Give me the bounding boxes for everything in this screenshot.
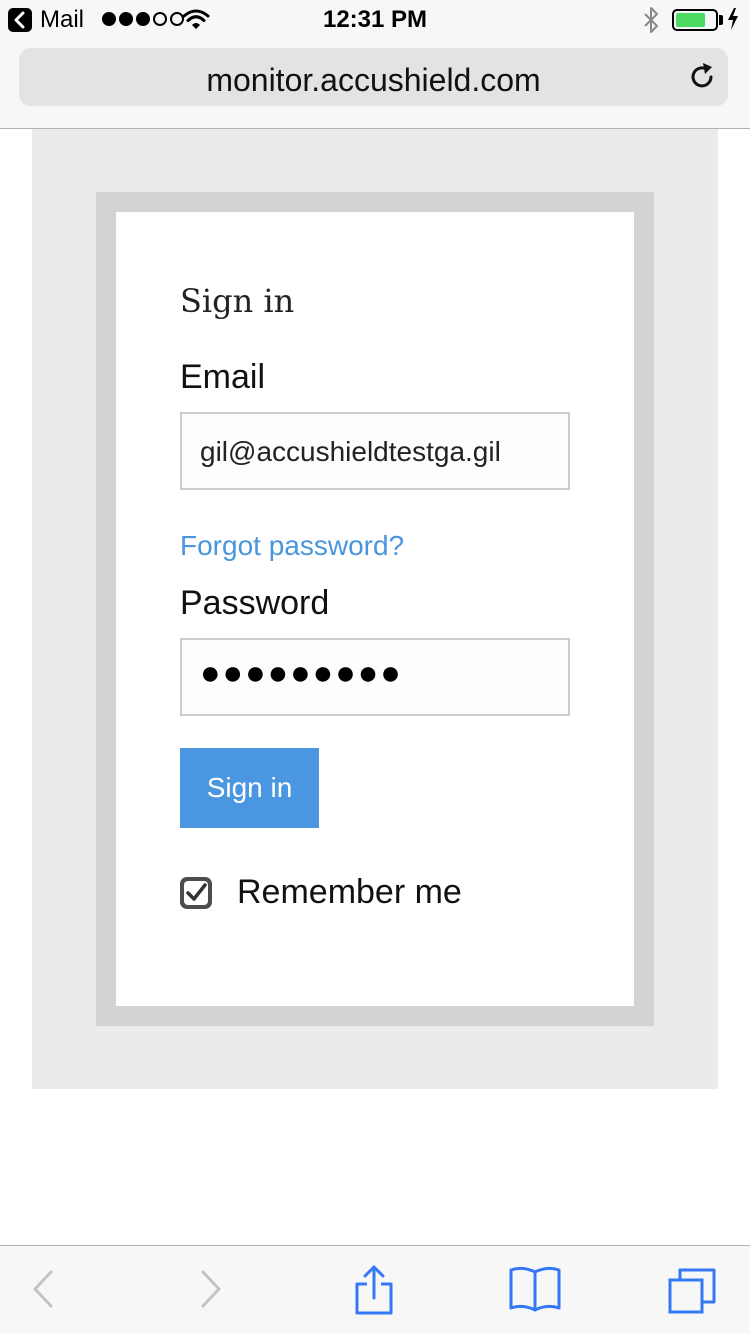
checkmark-icon	[184, 881, 208, 905]
reload-icon[interactable]	[687, 62, 717, 92]
email-field[interactable]: gil@accushieldtestga.gil	[180, 412, 570, 490]
battery-level	[676, 13, 705, 27]
password-label: Password	[180, 584, 330, 622]
charging-bolt-icon	[728, 8, 738, 30]
battery-tip	[719, 15, 723, 25]
back-icon[interactable]	[30, 1264, 56, 1314]
password-value: ●●●●●●●●●	[200, 654, 403, 692]
url-text[interactable]: monitor.accushield.com	[19, 62, 728, 99]
email-label: Email	[180, 358, 266, 396]
clock: 12:31 PM	[322, 6, 428, 33]
bookmarks-icon[interactable]	[506, 1264, 564, 1314]
browser-address-area: monitor.accushield.com	[0, 40, 750, 129]
remember-me-checkbox[interactable]	[180, 877, 212, 909]
tabs-icon[interactable]	[666, 1264, 720, 1316]
password-field[interactable]: ●●●●●●●●●	[180, 638, 570, 716]
forgot-password-link[interactable]: Forgot password?	[180, 530, 404, 562]
browser-toolbar	[0, 1245, 750, 1334]
status-bar: Mail 12:31 PM	[0, 0, 750, 40]
email-value: gil@accushieldtestga.gil	[200, 436, 501, 467]
share-icon[interactable]	[350, 1264, 398, 1316]
address-bar[interactable]: monitor.accushield.com	[19, 48, 728, 106]
page-title: Sign in	[180, 282, 295, 320]
bluetooth-icon	[644, 7, 658, 33]
forward-icon[interactable]	[198, 1264, 224, 1314]
sign-in-button[interactable]: Sign in	[180, 748, 319, 828]
remember-me-label[interactable]: Remember me	[237, 873, 462, 912]
battery-icon	[672, 9, 718, 31]
